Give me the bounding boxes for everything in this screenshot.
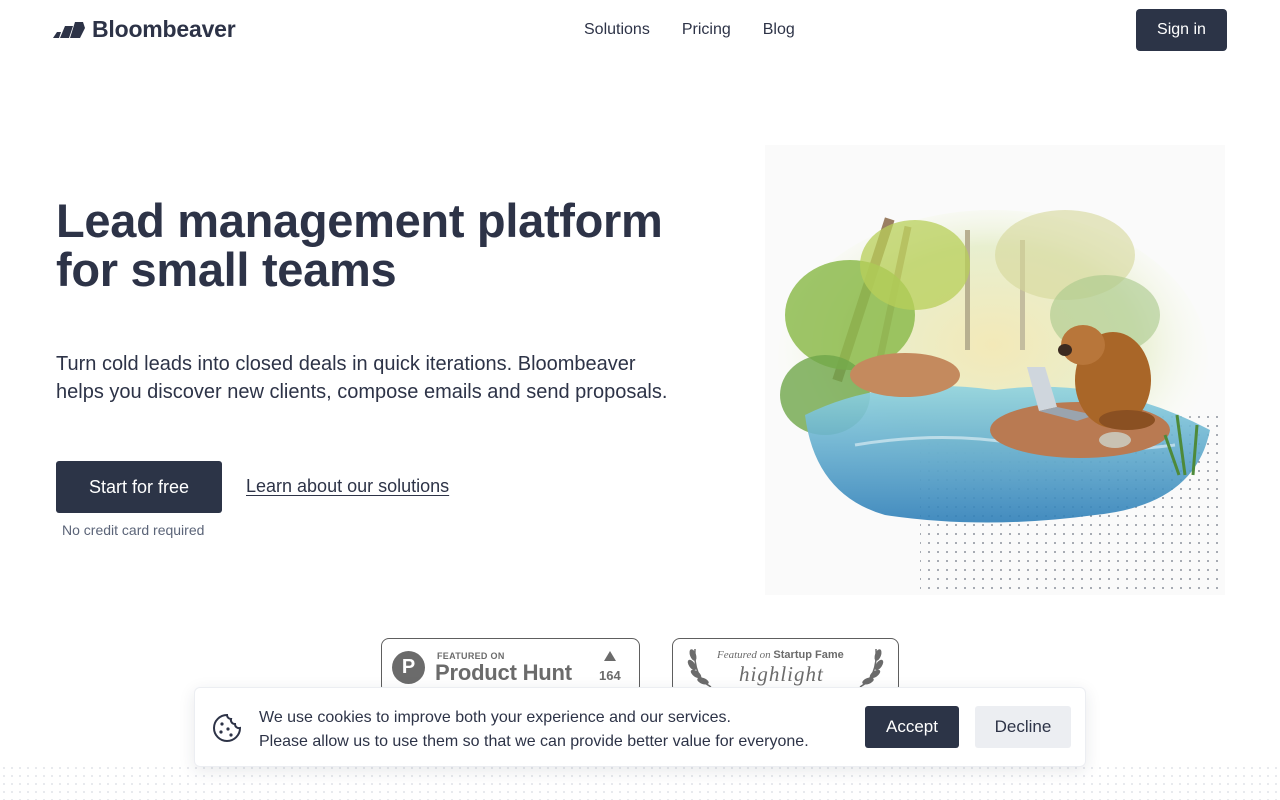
start-for-free-button[interactable]: Start for free (56, 461, 222, 513)
product-hunt-icon: P (392, 651, 425, 684)
learn-solutions-link[interactable]: Learn about our solutions (246, 476, 449, 497)
cookie-message: We use cookies to improve both your expe… (259, 706, 809, 754)
bloombeaver-logo-icon (53, 21, 85, 38)
accept-cookies-button[interactable]: Accept (865, 706, 959, 748)
hero-title: Lead management platform for small teams (56, 196, 756, 294)
hero-title-line-1: Lead management platform (56, 194, 663, 247)
brand-logo[interactable]: Bloombeaver (53, 16, 236, 43)
background-dot-pattern (0, 764, 1280, 800)
site-header: Bloombeaver Solutions Pricing Blog Sign … (0, 0, 1280, 62)
startup-fame-featured-prefix: Featured on (717, 649, 771, 661)
main-nav: Solutions Pricing Blog (584, 20, 795, 40)
cookie-icon (213, 713, 242, 742)
startup-fame-brand: Startup Fame (773, 649, 844, 661)
hero-illustration (765, 145, 1225, 595)
no-credit-card-note: No credit card required (62, 522, 205, 538)
product-hunt-name: Product Hunt (435, 660, 572, 685)
brand-name: Bloombeaver (92, 16, 236, 42)
cookie-banner: We use cookies to improve both your expe… (194, 687, 1086, 767)
laurel-icon (859, 648, 884, 688)
hero-subtitle-line-1: Turn cold leads into closed deals in qui… (56, 353, 636, 375)
nav-solutions[interactable]: Solutions (584, 20, 650, 40)
startup-fame-badge[interactable]: Featured on Startup Fame highlight (672, 638, 899, 694)
hero-title-line-2: for small teams (56, 243, 397, 296)
hero-subtitle-line-2: helps you discover new clients, compose … (56, 381, 668, 403)
product-hunt-badge[interactable]: P FEATURED ON Product Hunt 164 (381, 638, 640, 694)
startup-fame-featured-label: Featured on Startup Fame (717, 649, 844, 661)
startup-fame-highlight: highlight (739, 662, 824, 686)
upvote-arrow-icon (604, 651, 616, 661)
hero-subtitle: Turn cold leads into closed deals in qui… (56, 350, 736, 406)
laurel-icon (687, 648, 712, 688)
beaver-illustration-image (765, 145, 1225, 595)
product-hunt-votes: 164 (599, 668, 621, 683)
nav-pricing[interactable]: Pricing (682, 20, 731, 40)
cookie-message-line-1: We use cookies to improve both your expe… (259, 709, 731, 726)
cookie-message-line-2: Please allow us to use them so that we c… (259, 733, 809, 750)
decline-cookies-button[interactable]: Decline (975, 706, 1071, 748)
sign-in-button[interactable]: Sign in (1136, 9, 1227, 51)
nav-blog[interactable]: Blog (763, 20, 795, 40)
